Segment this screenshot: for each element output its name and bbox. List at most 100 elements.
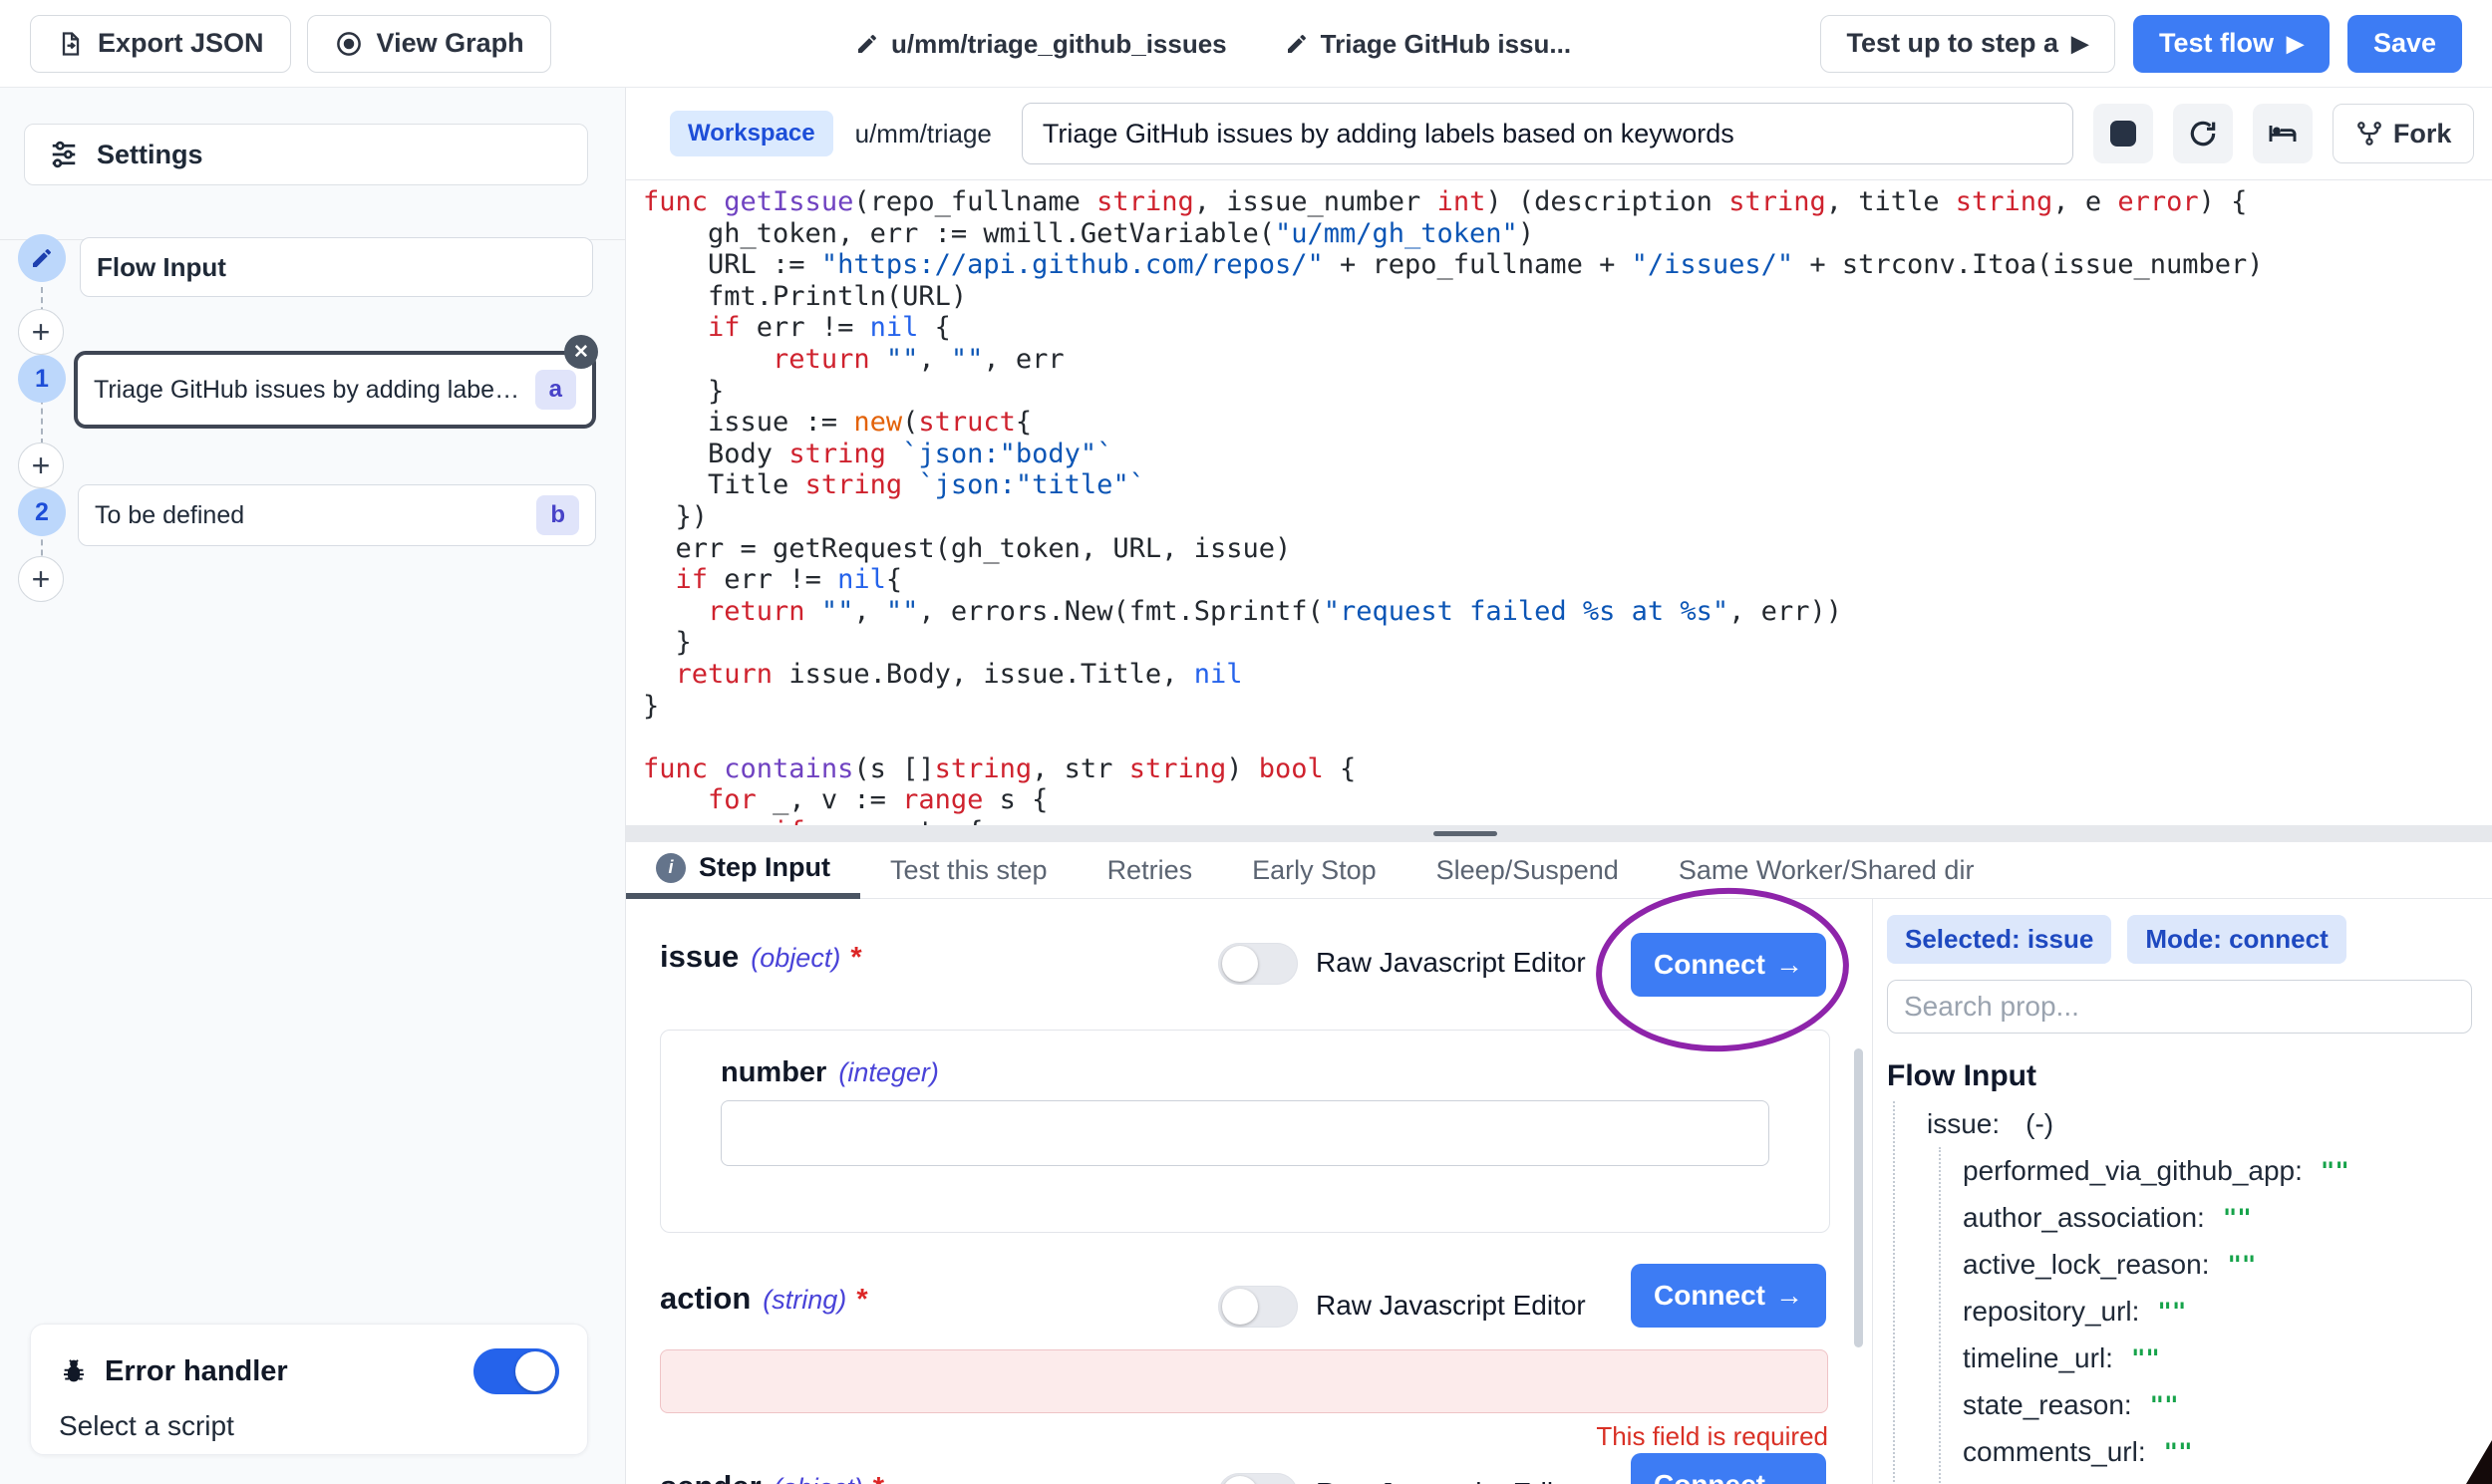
code-line: }: [643, 627, 2492, 659]
pencil-icon: [1285, 32, 1309, 56]
code-line: Body string `json:"body"`: [643, 439, 2492, 470]
arrow-right-icon: →: [1775, 1469, 1803, 1484]
tab-label: Sleep/Suspend: [1436, 855, 1619, 886]
toggle-knob: [1222, 1476, 1258, 1484]
add-step-button[interactable]: +: [18, 556, 64, 602]
plus-icon: +: [32, 314, 51, 351]
test-flow-button[interactable]: Test flow ▶: [2133, 15, 2330, 73]
sleep-button[interactable]: [2253, 104, 2313, 163]
flow-input-tree-root: Flow Input: [1887, 1059, 2472, 1093]
tree-item-issue[interactable]: issue: (-): [1887, 1101, 2472, 1147]
prop-value: "": [2150, 1391, 2179, 1419]
add-step-button[interactable]: +: [18, 443, 64, 488]
sender-field-label: sender(object)*: [660, 1469, 884, 1484]
sender-raw-editor-label: Raw Javascript Editor: [1316, 1477, 1586, 1484]
prop-row[interactable]: repository_url:"": [1963, 1288, 2472, 1335]
stop-button[interactable]: [2093, 104, 2153, 163]
toggle-knob: [1222, 946, 1258, 982]
summary-input[interactable]: [1022, 103, 2073, 164]
plus-icon: +: [32, 561, 51, 598]
settings-button[interactable]: Settings: [24, 124, 588, 185]
code-line: func getIssue(repo_fullname string, issu…: [643, 186, 2492, 218]
settings-label: Settings: [97, 140, 203, 170]
toggle-knob: [1222, 1289, 1258, 1325]
tab-sleep-suspend[interactable]: Sleep/Suspend: [1406, 842, 1649, 899]
stop-icon: [2110, 121, 2136, 147]
form-scrollbar[interactable]: [1854, 1048, 1863, 1347]
pencil-icon: [855, 32, 879, 56]
tab-early-stop[interactable]: Early Stop: [1222, 842, 1406, 899]
test-up-to-step-button[interactable]: Test up to step a ▶: [1820, 15, 2115, 73]
step-node-2[interactable]: To be defined b: [78, 484, 596, 546]
prop-value: "": [2227, 1251, 2256, 1279]
step-input-form: issue(object)* Raw Javascript Editor Con…: [626, 899, 1872, 1484]
code-line: fmt.Println(URL): [643, 281, 2492, 313]
flow-path-breadcrumb[interactable]: u/mm/triage_github_issues: [855, 29, 1227, 60]
info-icon: i: [656, 853, 686, 883]
action-connect-button[interactable]: Connect→: [1631, 1264, 1826, 1328]
refresh-button[interactable]: [2173, 104, 2233, 163]
issue-raw-editor-toggle[interactable]: [1218, 943, 1298, 985]
workspace-badge[interactable]: Workspace: [670, 111, 833, 156]
prop-value: "": [2131, 1344, 2160, 1372]
save-label: Save: [2373, 28, 2436, 59]
step-node-1[interactable]: Triage GitHub issues by adding labels ..…: [74, 351, 596, 429]
tab-test-this-step[interactable]: Test this step: [860, 842, 1078, 899]
tree-guide-line: [1893, 1101, 1895, 1484]
prop-row[interactable]: timeline_url:"": [1963, 1335, 2472, 1381]
resize-handle[interactable]: [1433, 831, 1497, 836]
action-input-invalid[interactable]: [660, 1349, 1828, 1413]
search-prop-input[interactable]: [1887, 980, 2472, 1034]
export-json-button[interactable]: Export JSON: [30, 15, 291, 73]
bug-icon: [59, 1356, 89, 1386]
flow-title-breadcrumb[interactable]: Triage GitHub issu...: [1285, 29, 1571, 60]
save-button[interactable]: Save: [2347, 15, 2462, 73]
code-line: return issue.Body, issue.Title, nil: [643, 659, 2492, 691]
step-2-number: 2: [18, 488, 66, 536]
tab-step-input[interactable]: iStep Input: [626, 842, 860, 899]
flow-input-node[interactable]: Flow Input: [80, 237, 593, 297]
export-json-label: Export JSON: [98, 28, 264, 59]
issue-raw-editor-label: Raw Javascript Editor: [1316, 947, 1586, 979]
prop-key: comments_url:: [1963, 1436, 2146, 1468]
bed-icon: [2267, 118, 2299, 149]
prop-row[interactable]: labels_url:"": [1963, 1475, 2472, 1484]
prop-row[interactable]: state_reason:"": [1963, 1381, 2472, 1428]
code-line: func contains(s []string, str string) bo…: [643, 753, 2492, 785]
close-icon[interactable]: ✕: [564, 335, 598, 369]
step-2-label: To be defined: [95, 501, 524, 530]
test-up-to-step-label: Test up to step a: [1847, 28, 2059, 59]
code-line: }: [643, 376, 2492, 408]
sender-raw-editor-toggle[interactable]: [1218, 1473, 1298, 1484]
action-raw-editor-toggle[interactable]: [1218, 1286, 1298, 1328]
error-handler-subtitle[interactable]: Select a script: [59, 1410, 559, 1442]
tab-same-worker-shared-dir[interactable]: Same Worker/Shared dir: [1649, 842, 2005, 899]
arrow-right-icon: →: [1775, 1280, 1803, 1312]
prop-value: "": [2321, 1157, 2349, 1185]
mode-badge: Mode: connect: [2127, 915, 2345, 964]
prop-key: author_association:: [1963, 1202, 2205, 1234]
required-asterisk: *: [850, 942, 861, 974]
tab-retries[interactable]: Retries: [1078, 842, 1223, 899]
prop-row[interactable]: comments_url:"": [1963, 1428, 2472, 1475]
play-icon: ▶: [2071, 33, 2088, 55]
view-graph-button[interactable]: View Graph: [307, 15, 551, 73]
fork-button[interactable]: Fork: [2333, 104, 2475, 163]
prop-row[interactable]: performed_via_github_app:"": [1963, 1147, 2472, 1194]
issue-object-box: number(integer): [660, 1030, 1830, 1233]
issue-connect-button[interactable]: Connect→: [1631, 933, 1826, 997]
error-handler-toggle[interactable]: [473, 1348, 559, 1394]
code-editor[interactable]: func getIssue(repo_fullname string, issu…: [626, 179, 2492, 825]
tab-label: Early Stop: [1252, 855, 1377, 886]
code-line: gh_token, err := wmill.GetVariable("u/mm…: [643, 218, 2492, 250]
prop-row[interactable]: author_association:"": [1963, 1194, 2472, 1241]
prop-key: active_lock_reason:: [1963, 1249, 2209, 1281]
prop-row[interactable]: active_lock_reason: "": [1963, 1241, 2472, 1288]
eye-icon: [334, 29, 364, 59]
add-step-button[interactable]: +: [18, 309, 64, 355]
mouse-cursor: [2466, 1440, 2492, 1484]
sender-connect-button[interactable]: Connect→: [1631, 1453, 1826, 1484]
action-raw-editor-label: Raw Javascript Editor: [1316, 1290, 1586, 1322]
tabbar: iStep InputTest this stepRetries Early St…: [626, 842, 2492, 899]
number-input[interactable]: [721, 1100, 1769, 1166]
